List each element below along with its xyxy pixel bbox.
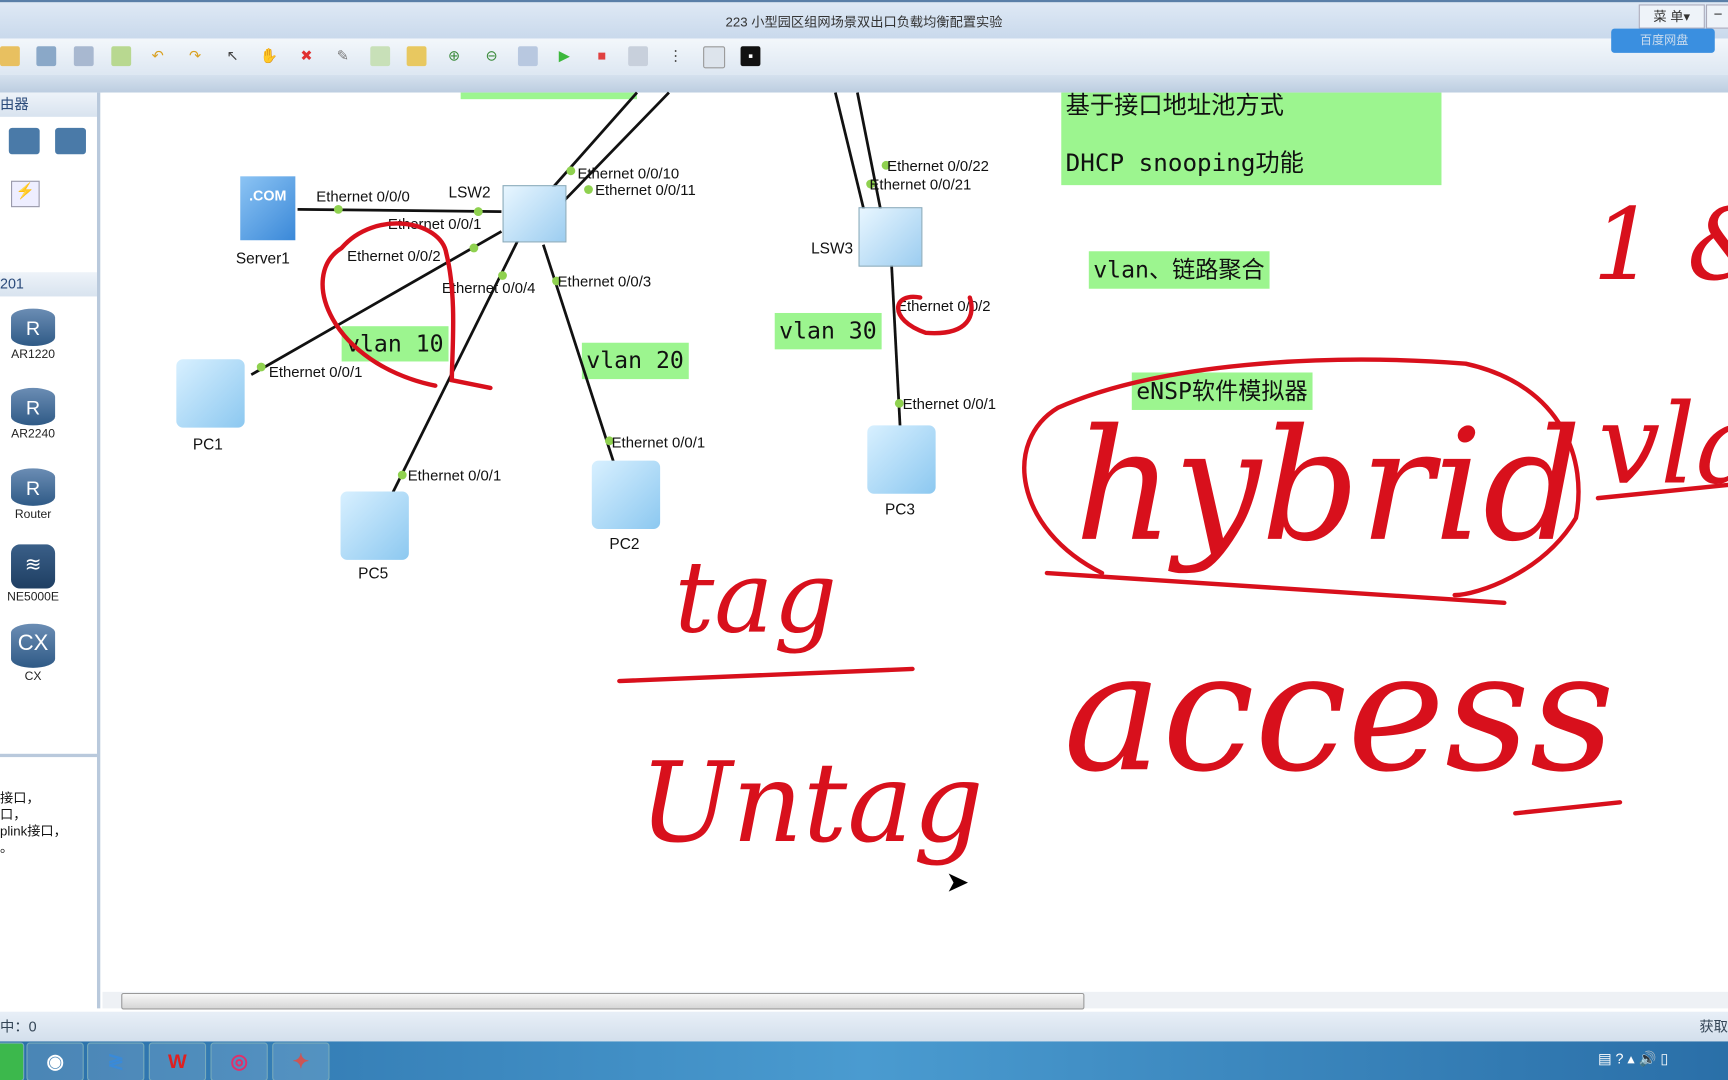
ensp-icon[interactable]: ✦ bbox=[272, 1042, 330, 1080]
obs-icon[interactable]: ◉ bbox=[26, 1042, 84, 1080]
ink-word-right2: vlan bbox=[1597, 380, 1728, 510]
screen-recorder-icon[interactable]: ◎ bbox=[210, 1042, 268, 1080]
ink-underline-hybrid bbox=[1044, 570, 1507, 606]
ink-word-hybrid: hybrid bbox=[1074, 396, 1582, 577]
wps-icon[interactable]: W bbox=[148, 1042, 207, 1080]
network-tool-icon[interactable]: ≷ bbox=[87, 1042, 145, 1080]
mouse-cursor-icon: ➤ bbox=[945, 865, 970, 899]
ink-word-right1: 1 & bbox=[1592, 187, 1728, 304]
ink-circle-vlan10 bbox=[320, 221, 493, 391]
ink-word-untag: Untag bbox=[639, 738, 984, 868]
ink-word-access: access bbox=[1063, 617, 1615, 809]
ink-circle-lsw3-port bbox=[896, 294, 974, 336]
ink-strike-tag bbox=[617, 666, 915, 684]
taskbar: ◉ ≷ W ◎ ✦ ▤ ? ▴ 🔊 ▯ bbox=[0, 1041, 1728, 1080]
taskbar-app-partial[interactable] bbox=[0, 1042, 25, 1080]
ink-word-tag: tag bbox=[674, 539, 837, 656]
scrollbar-thumb[interactable] bbox=[121, 992, 1085, 1010]
system-tray-icons[interactable]: ▤ ? ▴ 🔊 ▯ bbox=[1598, 1050, 1668, 1068]
status-right: 获取 bbox=[1699, 1018, 1728, 1035]
status-bar: 中：0 获取 bbox=[0, 1011, 1728, 1042]
status-left: 中：0 bbox=[0, 1018, 37, 1035]
